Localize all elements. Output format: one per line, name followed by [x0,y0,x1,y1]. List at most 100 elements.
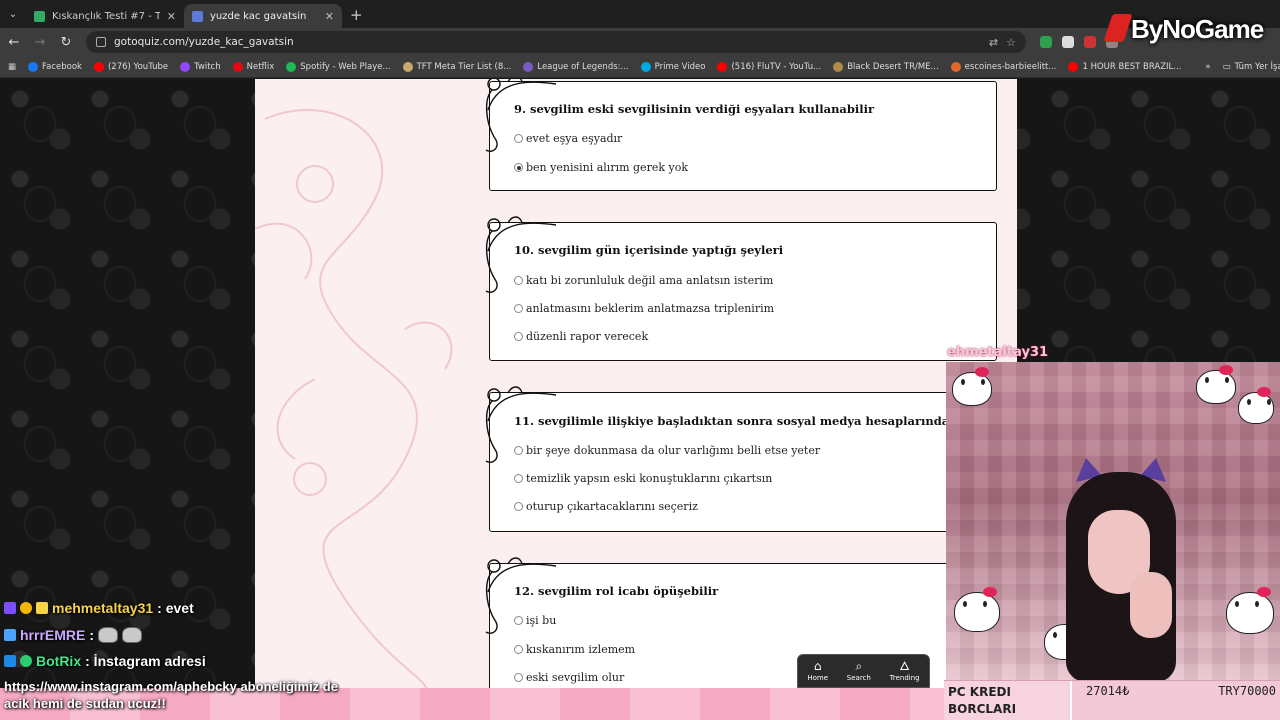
bookmark-item[interactable]: (276) YouTube [93,61,168,72]
answer-option[interactable]: işi bu [514,614,556,627]
answer-option[interactable]: eski sevgilim olur [514,671,624,684]
credit-label: PC KREDI BORCLARI [944,681,1072,720]
bookmark-star-icon[interactable]: ☆ [1006,36,1016,49]
bookmark-item[interactable]: Netflix [232,61,275,72]
nav-trending[interactable]: 🜂 Trending [890,660,920,682]
bookmarks-overflow-icon[interactable]: » [1205,62,1210,72]
option-label: evet eşya eşyadır [526,132,623,145]
radio-button[interactable] [514,276,523,285]
league-icon [523,61,534,72]
radio-button[interactable] [514,502,523,511]
answer-option[interactable]: oturup çıkartacaklarını seçeriz [514,500,698,513]
address-text: gotoquiz.com/yuzde_kac_gavatsin [114,36,294,48]
option-label: oturup çıkartacaklarını seçeriz [526,500,698,513]
answer-option[interactable]: bir şeye dokunmasa da olur varlığımı bel… [514,444,820,457]
badge-icon [20,602,32,614]
radio-button[interactable] [514,474,523,483]
youtube-icon [717,61,728,72]
credit-tracker: PC KREDI BORCLARI 27014₺ TRY70000 [944,680,1280,720]
bookmark-item[interactable]: Black Desert TR/ME... [833,61,939,72]
back-icon[interactable]: ← [8,35,20,50]
answer-option[interactable]: düzenli rapor verecek [514,330,648,343]
nav-label: Trending [889,674,920,682]
tab-favicon [34,10,45,22]
nav-home[interactable]: ⌂ Home [807,660,828,682]
bookmark-label: Netflix [246,61,275,72]
spotify-icon [286,61,297,72]
radio-button-selected[interactable] [514,163,523,172]
bookmark-item[interactable]: TFT Meta Tier List (8... [402,61,512,72]
option-label: anlatmasını beklerim anlatmazsa tripleni… [526,302,775,315]
tab-title: yuzde kac gavatsin [210,10,307,22]
bookmark-label: Twitch [194,61,221,72]
radio-button[interactable] [514,304,523,313]
question-title: 12. sevgilim rol icabı öpüşebilir [514,584,719,598]
bookmark-item[interactable]: escoines-barbieelitt... [950,61,1057,72]
bookmark-item[interactable]: Prime Video [640,61,706,72]
credit-values: 27014₺ TRY70000 [1072,681,1280,720]
forward-icon[interactable]: → [34,35,46,50]
corner-ornament [485,79,557,152]
radio-button[interactable] [514,645,523,654]
translate-icon[interactable]: ⇄ [989,36,998,49]
netflix-icon [232,61,243,72]
radio-button[interactable] [514,134,523,143]
prime-video-icon [640,61,651,72]
answer-option[interactable]: ben yenisini alırım gerek yok [514,161,688,174]
answer-option[interactable]: anlatmasını beklerim anlatmazsa tripleni… [514,302,774,315]
nav-search[interactable]: ⌕ Search [847,660,871,682]
extension-icon[interactable] [1040,36,1052,48]
bookmark-label: (516) FluTV - YouTu... [731,61,822,72]
bookmark-label: League of Legends:... [537,61,629,72]
bookmark-item[interactable]: (516) FluTV - YouTu... [717,61,822,72]
radio-button[interactable] [514,332,523,341]
bot-badge-icon [4,655,16,667]
cat-emote-icon [122,627,143,643]
tab-gotoquiz[interactable]: yuzde kac gavatsin ✕ [184,4,342,28]
reload-icon[interactable]: ↻ [60,35,72,50]
address-bar[interactable]: gotoquiz.com/yuzde_kac_gavatsin ⇄ ☆ [86,31,1026,53]
chat-username: BotRix [36,653,82,669]
bynogame-logo: ByNoGame [1103,14,1264,45]
search-icon: ⌕ [855,659,863,673]
webcam-username: ehmetaltay31 [947,345,1049,360]
radio-button[interactable] [514,673,523,682]
apps-grid-icon[interactable]: ▦ [8,62,16,72]
bookmark-label: escoines-barbieelitt... [964,61,1057,72]
answer-option[interactable]: katı bi zorunluluk değil ama anlatsın is… [514,274,773,287]
option-label: katı bi zorunluluk değil ama anlatsın is… [526,274,774,287]
radio-button[interactable] [514,446,523,455]
hello-kitty-decoration [952,367,992,406]
tab-kiskanclik[interactable]: Kıskançlık Testi #7 - Tier List, Kı ✕ [26,4,184,28]
bookmark-item[interactable]: League of Legends:... [523,61,629,72]
bookmark-label: Spotify - Web Playe... [300,61,391,72]
all-bookmarks-button[interactable]: ▭Tüm Yer İşaretleri [1223,62,1280,72]
bookmark-item[interactable]: Facebook [28,61,82,72]
tab-search-button[interactable]: ⌄ [0,0,26,28]
extension-icon[interactable] [1062,36,1074,48]
bookmark-label: TFT Meta Tier List (8... [416,61,512,72]
answer-option[interactable]: temizlik yapsın eski konuştuklarını çıka… [514,472,772,485]
quiz-content: 9. sevgilim eski sevgilisinin verdiği eş… [255,79,1017,720]
close-tab-icon[interactable]: ✕ [325,10,334,23]
bookmark-item[interactable]: Spotify - Web Playe... [286,61,391,72]
radio-button[interactable] [514,616,523,625]
bookmark-item[interactable]: Twitch [180,61,221,72]
twitch-icon [180,61,191,72]
answer-option[interactable]: evet eşya eşyadır [514,132,622,145]
close-tab-icon[interactable]: ✕ [167,10,176,23]
tab-title: Kıskançlık Testi #7 - Tier List, Kı [52,10,160,22]
new-tab-button[interactable]: + [350,6,363,24]
hello-kitty-decoration [1226,587,1274,634]
extension-icon[interactable] [1084,36,1096,48]
chat-message: hrrrEMRE : [4,627,143,643]
site-info-icon[interactable] [96,37,106,47]
credit-target: TRY70000 [1218,684,1276,698]
option-label: eski sevgilim olur [526,671,625,684]
chat-text: : evet [157,600,194,616]
bookmark-label: Prime Video [654,61,706,72]
credit-label-line: PC KREDI [948,685,1011,699]
bookmark-item[interactable]: 1 HOUR BEST BRAZIL... [1068,61,1181,72]
chat-message: mehmetaltay31 : evet [4,600,194,616]
answer-option[interactable]: kıskanırım izlemem [514,643,635,656]
